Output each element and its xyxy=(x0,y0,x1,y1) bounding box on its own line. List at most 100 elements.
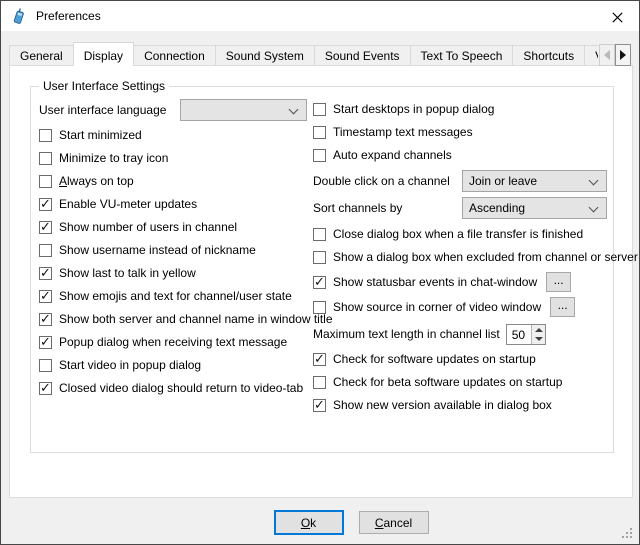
tab-scroll-buttons xyxy=(599,44,631,66)
checkbox[interactable] xyxy=(313,301,326,314)
checkbox[interactable] xyxy=(39,152,52,165)
tab-display[interactable]: Display xyxy=(73,42,134,66)
checkbox[interactable] xyxy=(313,103,326,116)
ok-button-label: Ok xyxy=(301,516,316,530)
video-source-row[interactable]: Show source in corner of video window ..… xyxy=(313,297,607,317)
checkbox-row-closed-video-return[interactable]: Closed video dialog should return to vid… xyxy=(39,380,307,396)
checkbox-row-new-version-dialog[interactable]: Show new version available in dialog box xyxy=(313,397,607,413)
spin-down-icon[interactable] xyxy=(532,334,545,344)
checkbox-row-beta-updates[interactable]: Check for beta software updates on start… xyxy=(313,374,607,390)
checkbox[interactable] xyxy=(313,376,326,389)
checkbox-row-always-on-top[interactable]: Always on top xyxy=(39,173,307,189)
display-tab-page: User Interface Settings User interface l… xyxy=(9,65,633,498)
checkbox-row-last-to-talk[interactable]: Show last to talk in yellow xyxy=(39,265,307,281)
checkbox-label: Show source in corner of video window xyxy=(333,300,541,314)
checkbox-label: Show new version available in dialog box xyxy=(333,398,552,412)
cancel-button[interactable]: Cancel xyxy=(359,511,429,534)
checkbox[interactable] xyxy=(39,382,52,395)
checkbox-label: Show last to talk in yellow xyxy=(59,266,196,280)
tab-scroll-right-button[interactable] xyxy=(615,44,631,66)
checkbox[interactable] xyxy=(39,129,52,142)
checkbox[interactable] xyxy=(313,228,326,241)
checkbox[interactable] xyxy=(313,149,326,162)
language-combobox[interactable] xyxy=(180,99,307,121)
checkbox-label: Show a dialog box when excluded from cha… xyxy=(333,250,638,264)
tab-sound-system[interactable]: Sound System xyxy=(215,45,315,66)
checkbox[interactable] xyxy=(39,175,52,188)
checkbox[interactable] xyxy=(39,221,52,234)
checkbox-row-emojis[interactable]: Show emojis and text for channel/user st… xyxy=(39,288,307,304)
max-text-length-spinner[interactable]: 50 xyxy=(506,324,546,345)
checkbox-row-start-minimized[interactable]: Start minimized xyxy=(39,127,307,143)
checkbox-label: Show username instead of nickname xyxy=(59,243,256,257)
checkbox-label: Close dialog box when a file transfer is… xyxy=(333,227,583,241)
left-column: User interface language Start minimized … xyxy=(39,99,307,403)
max-text-length-row: Maximum text length in channel list 50 xyxy=(313,324,607,344)
checkbox-row-vu-meter[interactable]: Enable VU-meter updates xyxy=(39,196,307,212)
chevron-down-icon xyxy=(289,105,299,115)
checkbox-label: Closed video dialog should return to vid… xyxy=(59,381,303,395)
group-title: User Interface Settings xyxy=(39,79,169,93)
user-interface-settings-group: User Interface Settings User interface l… xyxy=(30,86,614,453)
checkbox[interactable] xyxy=(39,198,52,211)
tab-scroll-left-button[interactable] xyxy=(599,44,615,66)
checkbox[interactable] xyxy=(39,267,52,280)
double-click-combobox[interactable]: Join or leave xyxy=(462,170,607,192)
checkbox[interactable] xyxy=(39,313,52,326)
tab-video[interactable]: Video xyxy=(584,45,598,66)
checkbox-row-start-video-popup[interactable]: Start video in popup dialog xyxy=(39,357,307,373)
tab-sound-events[interactable]: Sound Events xyxy=(314,45,411,66)
dialog-button-row: Ok Cancel xyxy=(32,511,640,535)
statusbar-events-row[interactable]: Show statusbar events in chat-window ... xyxy=(313,272,607,292)
checkbox[interactable] xyxy=(313,399,326,412)
statusbar-events-more-button[interactable]: ... xyxy=(546,272,571,292)
checkbox[interactable] xyxy=(313,276,326,289)
window-title: Preferences xyxy=(36,9,101,23)
video-source-more-button[interactable]: ... xyxy=(550,297,575,317)
checkbox-row-auto-expand[interactable]: Auto expand channels xyxy=(313,147,607,163)
resize-grip[interactable] xyxy=(620,526,633,539)
checkbox-label: Enable VU-meter updates xyxy=(59,197,197,211)
language-label: User interface language xyxy=(39,103,166,117)
checkbox-row-popup-text-message[interactable]: Popup dialog when receiving text message xyxy=(39,334,307,350)
checkbox-label: Timestamp text messages xyxy=(333,125,473,139)
checkbox-row-software-updates[interactable]: Check for software updates on startup xyxy=(313,351,607,367)
spin-up-icon[interactable] xyxy=(532,325,545,335)
right-arrow-icon xyxy=(620,50,626,60)
checkbox-row-desktops-popup[interactable]: Start desktops in popup dialog xyxy=(313,101,607,117)
checkbox[interactable] xyxy=(39,359,52,372)
checkbox-label: Start video in popup dialog xyxy=(59,358,201,372)
sort-channels-row: Sort channels by Ascending xyxy=(313,197,607,219)
checkbox-label: Minimize to tray icon xyxy=(59,151,168,165)
checkbox[interactable] xyxy=(313,251,326,264)
checkbox[interactable] xyxy=(313,126,326,139)
checkbox[interactable] xyxy=(39,290,52,303)
tab-general[interactable]: General xyxy=(9,45,74,66)
tab-shortcuts[interactable]: Shortcuts xyxy=(512,45,585,66)
checkbox-label: Show emojis and text for channel/user st… xyxy=(59,289,292,303)
tab-connection[interactable]: Connection xyxy=(133,45,216,66)
checkbox-row-close-file-transfer[interactable]: Close dialog box when a file transfer is… xyxy=(313,226,607,242)
checkbox-row-minimize-to-tray[interactable]: Minimize to tray icon xyxy=(39,150,307,166)
double-click-value: Join or leave xyxy=(469,174,537,188)
checkbox-row-show-username[interactable]: Show username instead of nickname xyxy=(39,242,307,258)
close-button[interactable] xyxy=(605,9,629,26)
preferences-dialog: Preferences General Display Connection S… xyxy=(0,0,640,545)
checkbox-row-window-title[interactable]: Show both server and channel name in win… xyxy=(39,311,307,327)
left-arrow-icon xyxy=(604,50,610,60)
ok-button[interactable]: Ok xyxy=(274,510,344,535)
sort-channels-combobox[interactable]: Ascending xyxy=(462,197,607,219)
checkbox[interactable] xyxy=(39,336,52,349)
checkbox[interactable] xyxy=(313,353,326,366)
checkbox-row-show-user-count[interactable]: Show number of users in channel xyxy=(39,219,307,235)
checkbox-label: Show number of users in channel xyxy=(59,220,237,234)
tab-text-to-speech[interactable]: Text To Speech xyxy=(410,45,514,66)
checkbox-row-timestamp[interactable]: Timestamp text messages xyxy=(313,124,607,140)
checkbox-label: Show statusbar events in chat-window xyxy=(333,275,537,289)
title-bar[interactable]: Preferences xyxy=(1,1,639,31)
close-icon xyxy=(612,12,623,23)
chevron-down-icon xyxy=(589,203,599,213)
checkbox-row-excluded-dialog[interactable]: Show a dialog box when excluded from cha… xyxy=(313,249,607,265)
checkbox[interactable] xyxy=(39,244,52,257)
right-column: Start desktops in popup dialog Timestamp… xyxy=(313,101,607,420)
